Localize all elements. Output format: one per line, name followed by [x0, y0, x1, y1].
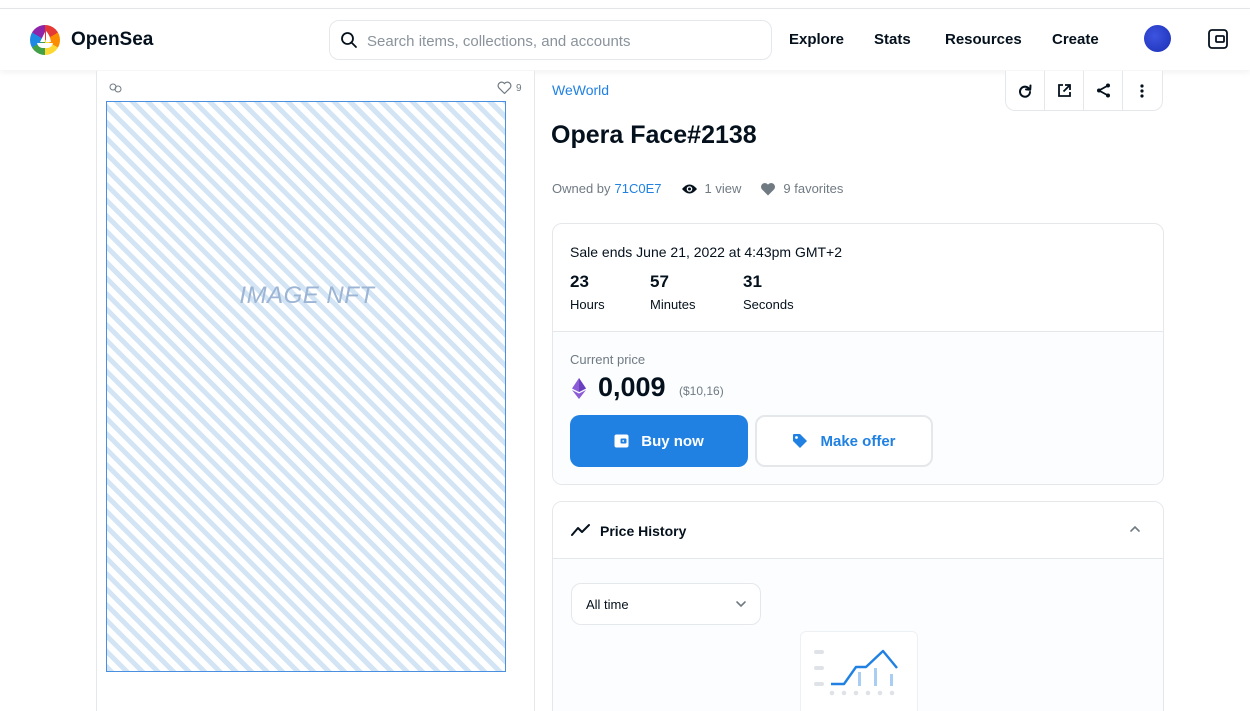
- tag-icon: [793, 434, 808, 448]
- brand-name[interactable]: OpenSea: [71, 29, 153, 51]
- make-offer-label: Make offer: [820, 432, 896, 450]
- views-count: 1 view: [704, 181, 742, 196]
- refresh-button[interactable]: [1006, 71, 1045, 110]
- ethereum-icon: [572, 378, 586, 399]
- countdown-seconds: 31 Seconds: [743, 272, 794, 312]
- buy-now-button[interactable]: Buy now: [570, 415, 748, 467]
- favorites-stat[interactable]: 9 favorites: [760, 181, 843, 196]
- price-history-title: Price History: [600, 523, 687, 539]
- chevron-down-icon: [736, 601, 746, 608]
- countdown-seconds-unit: Seconds: [743, 297, 794, 312]
- heart-outline-icon[interactable]: [497, 81, 512, 95]
- external-link-icon: [1057, 84, 1071, 97]
- top-navigation: OpenSea Explore Stats Resources Create: [0, 9, 1250, 70]
- favorites-count: 9 favorites: [783, 181, 844, 196]
- owned-by-label: Owned by: [552, 181, 611, 196]
- heart-icon: [761, 182, 776, 195]
- price-section: Current price 0,009 ($10,16) Buy now Mak…: [553, 332, 1163, 484]
- trend-line-icon: [571, 524, 590, 536]
- favorite-count: 9: [516, 83, 522, 94]
- views-stat: 1 view: [681, 181, 742, 196]
- item-meta: Owned by 71C0E7 1 view 9 favorites: [552, 181, 843, 196]
- sale-card: Sale ends June 21, 2022 at 4:43pm GMT+2 …: [552, 223, 1164, 485]
- search-input[interactable]: [367, 29, 757, 53]
- countdown-hours-unit: Hours: [570, 297, 605, 312]
- refresh-icon: [1019, 84, 1032, 98]
- search-icon: [341, 32, 357, 48]
- opensea-logo-icon[interactable]: [30, 25, 60, 55]
- current-price-label: Current price: [570, 352, 646, 367]
- nav-resources[interactable]: Resources: [945, 31, 1022, 48]
- open-external-button[interactable]: [1045, 71, 1084, 110]
- item-toolbar: [1005, 71, 1163, 111]
- countdown-hours: 23 Hours: [570, 272, 605, 312]
- share-button[interactable]: [1084, 71, 1123, 110]
- countdown-seconds-value: 31: [743, 272, 762, 291]
- item-title: Opera Face#2138: [551, 121, 757, 149]
- nav-explore[interactable]: Explore: [789, 31, 844, 48]
- collection-link[interactable]: WeWorld: [552, 82, 609, 98]
- countdown-minutes-value: 57: [650, 272, 669, 291]
- link-icon: [109, 83, 122, 93]
- countdown-minutes-unit: Minutes: [650, 297, 696, 312]
- nft-image-placeholder-label: IMAGE NFT: [239, 282, 375, 309]
- buy-now-label: Buy now: [641, 432, 704, 450]
- countdown-minutes: 57 Minutes: [650, 272, 696, 312]
- time-range-select[interactable]: All time: [571, 583, 761, 625]
- make-offer-button[interactable]: Make offer: [755, 415, 933, 467]
- profile-avatar[interactable]: [1144, 25, 1171, 52]
- wallet-icon[interactable]: [1207, 28, 1229, 50]
- share-icon: [1096, 83, 1110, 98]
- more-vertical-icon: [1140, 83, 1145, 98]
- more-options-button[interactable]: [1123, 71, 1162, 110]
- eye-icon: [681, 184, 697, 193]
- owner-link[interactable]: 71C0E7: [615, 181, 662, 196]
- price-history-header[interactable]: Price History: [553, 502, 1163, 559]
- time-range-value: All time: [586, 597, 629, 612]
- wallet-icon: [614, 434, 629, 448]
- search-bar[interactable]: [329, 20, 772, 60]
- countdown-hours-value: 23: [570, 272, 589, 291]
- price-usd: ($10,16): [679, 384, 724, 398]
- chevron-up-icon[interactable]: [1129, 525, 1141, 533]
- nav-create[interactable]: Create: [1052, 31, 1099, 48]
- price-value: 0,009: [598, 372, 666, 402]
- price-history-card: Price History All time: [552, 501, 1164, 711]
- nft-image[interactable]: IMAGE NFT: [106, 101, 506, 672]
- chart-placeholder-icon: [814, 649, 898, 696]
- nav-stats[interactable]: Stats: [874, 31, 911, 48]
- sale-timer-section: Sale ends June 21, 2022 at 4:43pm GMT+2 …: [553, 224, 1163, 332]
- sale-ends-text: Sale ends June 21, 2022 at 4:43pm GMT+2: [570, 244, 843, 260]
- empty-chart-illustration: [800, 631, 918, 711]
